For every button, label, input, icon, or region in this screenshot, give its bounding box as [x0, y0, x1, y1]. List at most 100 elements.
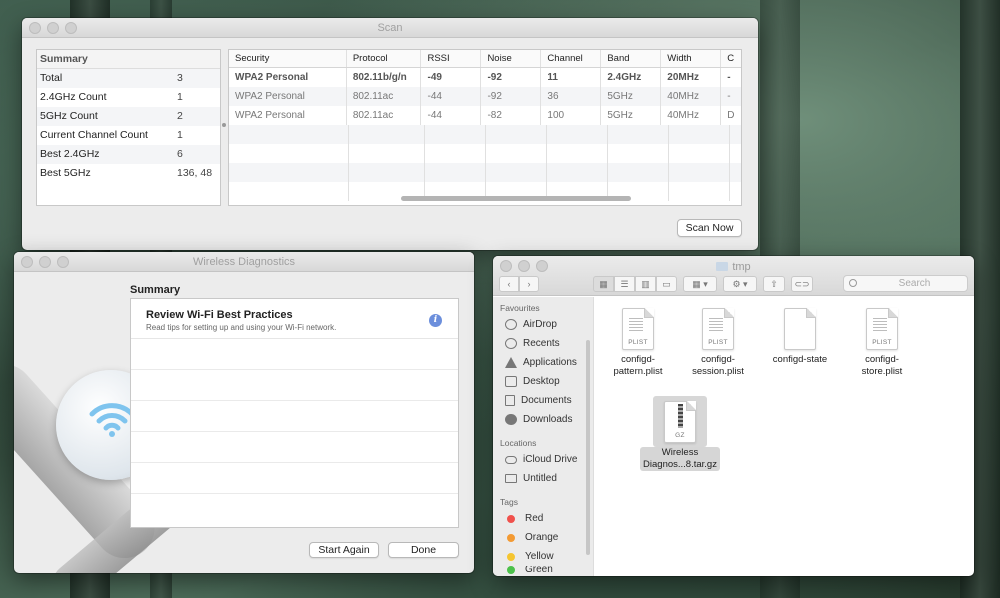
horizontal-scrollbar[interactable]	[401, 196, 631, 201]
sidebar-item-label: Downloads	[523, 414, 573, 425]
cell-rssi: -49	[421, 68, 482, 87]
table-row[interactable]: WPA2 Personal 802.11b/g/n -49 -92 11 2.4…	[229, 68, 741, 87]
summary-row[interactable]: Best 2.4GHz 6	[37, 145, 220, 164]
sidebar-scrollbar[interactable]	[586, 340, 590, 555]
summary-header-label: Summary	[40, 53, 88, 65]
tag-color-dot	[507, 514, 515, 523]
sidebar-item-documents[interactable]: Documents	[493, 391, 593, 410]
list-view-button[interactable]: ☰	[614, 275, 635, 292]
sidebar-item-icloud-drive[interactable]: iCloud Drive	[493, 450, 593, 469]
document-icon	[505, 395, 515, 406]
sidebar-section-locations: Locations	[500, 438, 537, 448]
sidebar-item-desktop[interactable]: Desktop	[493, 372, 593, 391]
cell-noise: -92	[481, 87, 542, 106]
file-configd-session[interactable]: PLIST configd-session.plist	[678, 308, 758, 378]
forward-button[interactable]: ›	[519, 275, 539, 292]
sidebar-item-airdrop[interactable]: AirDrop	[493, 315, 593, 334]
sidebar-item-label: Red	[525, 513, 544, 524]
sidebar-item-label: Desktop	[523, 376, 560, 387]
tag-color-dot	[507, 533, 515, 542]
close-button[interactable]	[21, 256, 33, 268]
scan-now-button[interactable]: Scan Now	[677, 219, 742, 237]
gallery-view-button[interactable]: ▭	[656, 275, 677, 292]
diagnostics-titlebar[interactable]: Wireless Diagnostics	[14, 252, 474, 272]
back-button[interactable]: ‹	[499, 275, 519, 292]
summary-row[interactable]: 2.4GHz Count 1	[37, 88, 220, 107]
summary-item-best-practices[interactable]: Review Wi-Fi Best Practices Read tips fo…	[131, 299, 458, 339]
sidebar-tag-orange[interactable]: Orange	[493, 528, 593, 547]
sidebar-section-favourites: Favourites	[500, 303, 540, 313]
file-wireless-diagnostics-archive[interactable]: GZ Wireless Diagnos...8.tar.gz	[640, 401, 720, 471]
finder-titlebar[interactable]: tmp ‹ › ▦ ☰ ▥ ▭ ▦ ▾ ⚙ ▾ ⇧ ⊂⊃ Search	[493, 256, 974, 296]
sidebar-item-applications[interactable]: Applications	[493, 353, 593, 372]
minimize-button[interactable]	[39, 256, 51, 268]
info-icon[interactable]: i	[429, 314, 442, 327]
wifi-icon	[89, 403, 135, 437]
column-header-noise[interactable]: Noise	[481, 50, 542, 67]
sidebar-item-label: Documents	[521, 395, 572, 406]
sidebar-tag-green[interactable]: Green	[493, 566, 593, 574]
scan-titlebar[interactable]: Scan	[22, 18, 758, 38]
column-header-extra[interactable]: C	[721, 50, 741, 67]
summary-row[interactable]: Total 3	[37, 69, 220, 88]
sidebar-tag-red[interactable]: Red	[493, 509, 593, 528]
file-name: configd-session.plist	[692, 354, 744, 377]
start-again-button[interactable]: Start Again	[309, 542, 379, 558]
summary-row[interactable]: Best 5GHz 136, 48	[37, 164, 220, 183]
icon-view-button[interactable]: ▦	[593, 275, 614, 292]
gear-icon[interactable]: ⚙ ▾	[723, 275, 757, 292]
table-row[interactable]: WPA2 Personal 802.11ac -44 -92 36 5GHz 4…	[229, 87, 741, 106]
file-type-tag: PLIST	[872, 339, 892, 346]
cell-channel: 100	[541, 106, 602, 125]
done-button[interactable]: Done	[388, 542, 459, 558]
column-header-channel[interactable]: Channel	[541, 50, 602, 67]
sidebar-item-downloads[interactable]: Downloads	[493, 410, 593, 429]
sidebar-item-label: Untitled	[523, 473, 557, 484]
split-view-handle[interactable]	[222, 123, 226, 127]
summary-value: 3	[177, 72, 183, 84]
column-view-button[interactable]: ▥	[635, 275, 656, 292]
sidebar-item-untitled[interactable]: Untitled	[493, 469, 593, 488]
file-configd-store[interactable]: PLIST configd-store.plist	[842, 308, 922, 378]
cell-extra: -	[727, 91, 731, 102]
search-icon	[849, 279, 857, 287]
zipper-icon	[678, 404, 683, 428]
file-type-tag: PLIST	[628, 339, 648, 346]
table-row[interactable]: WPA2 Personal 802.11ac -44 -82 100 5GHz …	[229, 106, 741, 125]
minimize-button[interactable]	[47, 22, 59, 34]
summary-value: 2	[177, 110, 183, 122]
close-button[interactable]	[29, 22, 41, 34]
airdrop-icon	[505, 319, 517, 330]
sidebar-tag-yellow[interactable]: Yellow	[493, 547, 593, 566]
group-by-button[interactable]: ▦ ▾	[683, 275, 717, 292]
applications-icon	[505, 357, 517, 368]
column-header-width[interactable]: Width	[661, 50, 722, 67]
plist-file-icon: PLIST	[702, 308, 734, 350]
sidebar-item-label: Recents	[523, 338, 560, 349]
file-name: configd-store.plist	[861, 354, 903, 377]
column-header-protocol[interactable]: Protocol	[347, 50, 422, 67]
zoom-button[interactable]	[65, 22, 77, 34]
file-configd-state[interactable]: configd-state	[760, 308, 840, 366]
summary-header[interactable]: Summary	[37, 50, 220, 69]
share-icon[interactable]: ⇧	[763, 275, 785, 292]
summary-label: 2.4GHz Count	[40, 91, 107, 103]
empty-row	[131, 494, 458, 525]
finder-sidebar: Favourites AirDrop Recents Applications …	[493, 297, 594, 576]
column-header-rssi[interactable]: RSSI	[421, 50, 482, 67]
summary-row[interactable]: Current Channel Count 1	[37, 126, 220, 145]
empty-row	[229, 163, 741, 182]
cell-width: 40MHz	[661, 106, 722, 125]
tag-icon[interactable]: ⊂⊃	[791, 275, 813, 292]
zoom-button[interactable]	[57, 256, 69, 268]
summary-value: 6	[177, 148, 183, 160]
summary-row[interactable]: 5GHz Count 2	[37, 107, 220, 126]
file-configd-pattern[interactable]: PLIST configd-pattern.plist	[598, 308, 678, 378]
column-header-security[interactable]: Security	[229, 50, 347, 67]
search-input[interactable]: Search	[843, 275, 968, 292]
sidebar-item-recents[interactable]: Recents	[493, 334, 593, 353]
summary-value: 1	[177, 91, 183, 103]
column-header-band[interactable]: Band	[601, 50, 662, 67]
sidebar-item-label: AirDrop	[523, 319, 557, 330]
summary-list: Review Wi-Fi Best Practices Read tips fo…	[130, 298, 459, 528]
